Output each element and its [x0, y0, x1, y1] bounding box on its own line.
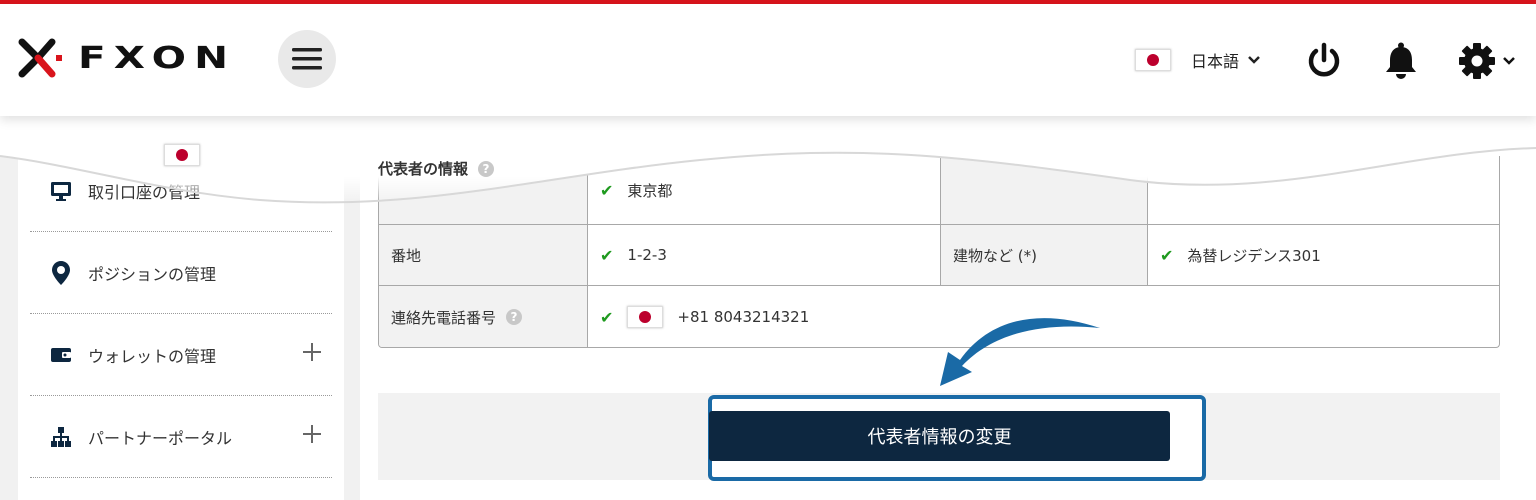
table-cell-value: ✔ 為替レジデンス301	[1148, 225, 1499, 286]
check-icon: ✔	[600, 307, 614, 327]
location-pin-icon	[52, 260, 70, 285]
logo-text: FXON	[78, 40, 237, 76]
table-cell-label	[941, 156, 1148, 225]
table-cell-value: ✔ 1-2-3	[588, 225, 941, 286]
table-cell-label: 建物など (*)	[941, 225, 1148, 286]
bell-icon[interactable]	[1383, 42, 1419, 80]
sidebar-item-label: パートナーポータル	[88, 428, 233, 448]
plus-icon[interactable]	[302, 424, 322, 444]
japan-flag-icon	[164, 144, 200, 166]
phone-value: +81 8043214321	[677, 308, 810, 326]
action-area: 代表者情報の変更	[378, 393, 1500, 481]
building-value: 為替レジデンス301	[1187, 246, 1321, 265]
power-icon[interactable]	[1305, 42, 1343, 80]
representative-info-table: ✔ 東京都 番地 ✔ 1-2-3 建物など (*) ✔ 為替レジデンス301 連絡先電…	[378, 156, 1500, 348]
prefecture-value: 東京都	[627, 181, 673, 200]
language-selector[interactable]: 日本語	[1135, 48, 1261, 72]
table-cell-value	[1148, 156, 1499, 225]
language-label: 日本語	[1191, 52, 1240, 71]
sidebar-item-wallet[interactable]: ウォレットの管理	[30, 314, 332, 396]
help-icon[interactable]: ?	[506, 309, 523, 325]
check-icon: ✔	[600, 245, 614, 265]
table-cell-value: ✔ 東京都	[588, 156, 941, 225]
hamburger-menu-icon	[292, 48, 322, 70]
street-label: 番地	[391, 246, 422, 265]
gear-icon[interactable]	[1458, 42, 1520, 80]
japan-flag-icon	[1135, 49, 1171, 71]
sidebar-edge-strip	[0, 116, 18, 152]
main-content: ✔ 東京都 番地 ✔ 1-2-3 建物など (*) ✔ 為替レジデンス301 連絡先電…	[360, 116, 1536, 500]
building-label: 建物など (*)	[953, 246, 1037, 265]
change-representative-button[interactable]: 代表者情報の変更	[709, 411, 1170, 461]
table-cell-label: 番地	[379, 225, 588, 286]
check-icon: ✔	[600, 180, 614, 200]
wallet-icon	[51, 347, 71, 362]
sidebar-item-label: 取引口座の管理	[88, 182, 201, 202]
section-title: 代表者の情報?	[378, 158, 495, 179]
chevron-down-icon	[1248, 56, 1260, 64]
sidebar-item-label: ウォレットの管理	[88, 346, 217, 366]
sidebar-item-partner-portal[interactable]: パートナーポータル	[30, 396, 332, 478]
sitemap-icon	[51, 426, 71, 447]
hamburger-menu-button[interactable]	[278, 30, 336, 88]
phone-label: 連絡先電話番号	[391, 308, 497, 327]
check-icon: ✔	[1160, 245, 1174, 265]
help-icon[interactable]: ?	[478, 160, 495, 177]
street-value: 1-2-3	[627, 246, 667, 264]
plus-icon[interactable]	[302, 342, 322, 362]
sidebar-item-positions[interactable]: ポジションの管理	[30, 232, 332, 314]
sidebar-item-label: ポジションの管理	[88, 264, 217, 284]
app-header: FXON 日本語	[0, 4, 1536, 116]
monitor-icon	[51, 181, 71, 201]
japan-flag-icon	[627, 306, 664, 328]
table-cell-label: 連絡先電話番号?	[379, 286, 588, 347]
sidebar: 取引口座の管理 ポジションの管理 ウォレットの管理 パートナーポータル	[18, 116, 344, 500]
fxon-logo-mark-icon	[18, 38, 62, 78]
table-cell-value: ✔ +81 8043214321	[588, 286, 1499, 347]
fxon-logo[interactable]: FXON	[18, 38, 228, 78]
